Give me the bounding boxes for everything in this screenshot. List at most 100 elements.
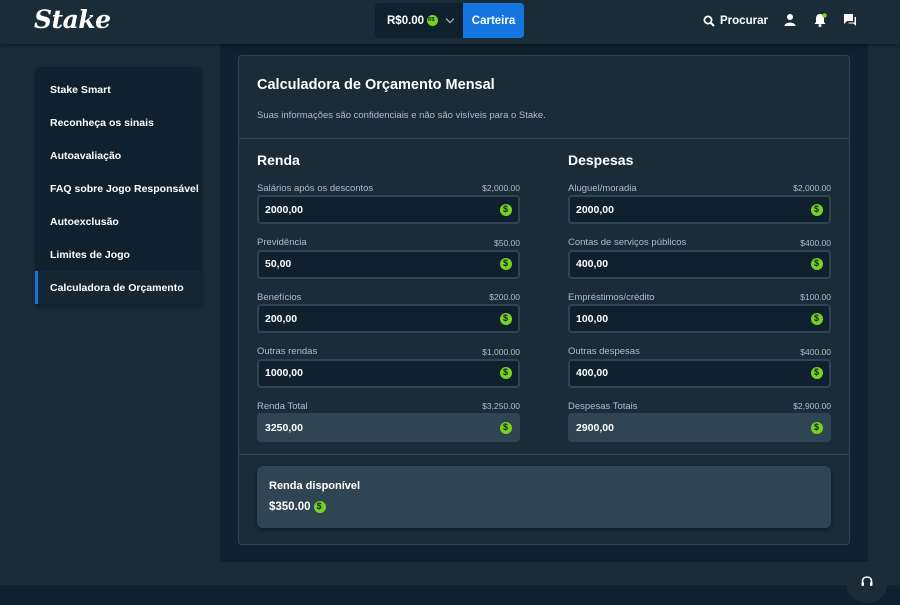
available-income-value: $350.00 bbox=[269, 501, 311, 513]
header-divider bbox=[239, 138, 849, 139]
other-expenses-field-group: Outras despesas $400.00 400,00 bbox=[568, 345, 831, 400]
dollar-coin-icon bbox=[500, 312, 512, 325]
page-title: Calculadora de Orçamento Mensal bbox=[257, 77, 495, 93]
live-support-button[interactable] bbox=[846, 561, 888, 603]
input-value: 2000,00 bbox=[576, 203, 614, 216]
field-amount: $100.00 bbox=[800, 292, 831, 302]
field-label: Salários após os descontos bbox=[257, 182, 374, 194]
expenses-section: Despesas Aluguel/moradia $2,000.00 2000,… bbox=[568, 152, 831, 454]
search-icon bbox=[703, 15, 715, 27]
loans-field-group: Empréstimos/crédito $100.00 100,00 bbox=[568, 290, 831, 345]
dollar-coin-icon bbox=[811, 203, 823, 216]
field-amount: $1,000.00 bbox=[482, 346, 520, 357]
sidebar-item-label: Calculadora de Orçamento bbox=[50, 281, 184, 294]
dollar-coin-icon bbox=[313, 501, 326, 513]
sidebar-item-stake-smart[interactable]: Stake Smart bbox=[35, 73, 202, 106]
input-value: 400,00 bbox=[576, 367, 609, 379]
user-icon[interactable] bbox=[782, 12, 798, 28]
top-header: Stake R$0.00 Carteira Procurar bbox=[0, 0, 900, 44]
expenses-title: Despesas bbox=[568, 152, 634, 168]
available-income-box: Renda disponível $350.00 bbox=[257, 466, 831, 528]
available-income-value-row: $350.00 bbox=[269, 501, 326, 513]
sidebar-item-self-assessment[interactable]: Autoavaliação bbox=[35, 139, 202, 172]
pension-input[interactable]: 50,00 bbox=[257, 249, 520, 279]
benefits-field-group: Benefícios $200.00 200,00 bbox=[257, 290, 520, 345]
search-button[interactable]: Procurar bbox=[703, 12, 768, 30]
utilities-input[interactable]: 400,00 bbox=[568, 249, 831, 279]
total-income-readonly: 3250,00 bbox=[257, 413, 520, 442]
notifications-icon[interactable] bbox=[812, 12, 828, 28]
total-expenses-field-group: Despesas Totais $2,900.00 2900,00 bbox=[568, 399, 831, 454]
input-value: 3250,00 bbox=[265, 421, 303, 434]
field-amount: $2,900.00 bbox=[793, 401, 831, 411]
sidebar-item-label: Autoexclusão bbox=[50, 215, 119, 228]
input-value: 200,00 bbox=[265, 312, 298, 325]
sidebar-item-gambling-limits[interactable]: Limites de Jogo bbox=[35, 238, 202, 271]
other-expenses-input[interactable]: 400,00 bbox=[568, 358, 831, 388]
income-section: Renda Salários após os descontos $2,000.… bbox=[257, 152, 520, 454]
input-value: 100,00 bbox=[576, 312, 609, 325]
headset-icon bbox=[861, 576, 873, 586]
field-label: Previdência bbox=[257, 237, 307, 248]
loans-input[interactable]: 100,00 bbox=[568, 304, 831, 333]
sidebar-item-faq[interactable]: FAQ sobre Jogo Responsável bbox=[35, 172, 202, 205]
income-title: Renda bbox=[257, 152, 300, 168]
total-income-field-group: Renda Total $3,250.00 3250,00 bbox=[257, 399, 520, 454]
balance-value: R$0.00 bbox=[387, 14, 425, 27]
stake-logo[interactable]: Stake bbox=[34, 5, 111, 34]
field-label: Aluguel/moradia bbox=[568, 182, 637, 194]
bottom-bar bbox=[0, 585, 900, 605]
sidebar-item-label: FAQ sobre Jogo Responsável bbox=[50, 182, 199, 195]
sidebar-item-label: Autoavaliação bbox=[50, 149, 122, 162]
field-amount: $3,250.00 bbox=[482, 401, 520, 411]
benefits-input[interactable]: 200,00 bbox=[257, 304, 520, 333]
dollar-coin-icon bbox=[811, 258, 823, 270]
available-income-label: Renda disponível bbox=[269, 480, 361, 492]
wallet-button[interactable]: Carteira bbox=[463, 3, 524, 38]
budget-calculator-card: Calculadora de Orçamento Mensal Suas inf… bbox=[238, 55, 850, 545]
chat-icon[interactable] bbox=[842, 12, 858, 28]
field-amount: $400.00 bbox=[800, 237, 831, 248]
field-amount: $200.00 bbox=[489, 292, 520, 302]
field-label: Contas de serviços públicos bbox=[568, 237, 687, 248]
dollar-coin-icon bbox=[811, 312, 823, 325]
search-label: Procurar bbox=[720, 15, 768, 27]
salary-input[interactable]: 2000,00 bbox=[257, 195, 520, 224]
rent-input[interactable]: 2000,00 bbox=[568, 195, 831, 224]
field-label: Outras rendas bbox=[257, 346, 318, 357]
sidebar-item-recognize-signs[interactable]: Reconheça os sinais bbox=[35, 106, 202, 139]
field-label: Empréstimos/crédito bbox=[568, 291, 655, 303]
input-value: 2900,00 bbox=[576, 421, 614, 434]
input-value: 50,00 bbox=[265, 258, 292, 270]
balance-dropdown[interactable]: R$0.00 bbox=[375, 3, 463, 38]
field-amount: $400.00 bbox=[800, 346, 831, 357]
brl-coin-icon bbox=[427, 15, 439, 26]
dollar-coin-icon bbox=[500, 258, 512, 270]
other-income-field-group: Outras rendas $1,000.00 1000,00 bbox=[257, 345, 520, 400]
dollar-coin-icon bbox=[500, 203, 512, 216]
input-value: 2000,00 bbox=[265, 203, 303, 216]
chevron-down-icon bbox=[445, 14, 455, 23]
field-amount: $2,000.00 bbox=[482, 183, 520, 193]
field-label: Outras despesas bbox=[568, 346, 640, 357]
dollar-coin-icon bbox=[500, 367, 512, 379]
responsible-gambling-sidebar: Stake Smart Reconheça os sinais Autoaval… bbox=[35, 67, 202, 306]
utilities-field-group: Contas de serviços públicos $400.00 400,… bbox=[568, 236, 831, 291]
field-label: Benefícios bbox=[257, 291, 302, 303]
input-value: 400,00 bbox=[576, 258, 609, 270]
field-amount: $2,000.00 bbox=[793, 183, 831, 193]
other-income-input[interactable]: 1000,00 bbox=[257, 358, 520, 388]
field-label: Despesas Totais bbox=[568, 400, 638, 412]
salary-field-group: Salários após os descontos $2,000.00 200… bbox=[257, 181, 520, 236]
pension-field-group: Previdência $50.00 50,00 bbox=[257, 236, 520, 291]
result-divider bbox=[239, 454, 849, 455]
dollar-coin-icon bbox=[811, 367, 823, 379]
privacy-note: Suas informações são confidenciais e não… bbox=[257, 110, 546, 121]
dollar-coin-icon bbox=[500, 421, 512, 434]
sidebar-item-self-exclusion[interactable]: Autoexclusão bbox=[35, 205, 202, 238]
field-amount: $50.00 bbox=[494, 237, 520, 248]
input-value: 1000,00 bbox=[265, 367, 303, 379]
rent-field-group: Aluguel/moradia $2,000.00 2000,00 bbox=[568, 181, 831, 236]
sidebar-item-budget-calculator[interactable]: Calculadora de Orçamento bbox=[35, 271, 202, 304]
dollar-coin-icon bbox=[811, 421, 823, 434]
